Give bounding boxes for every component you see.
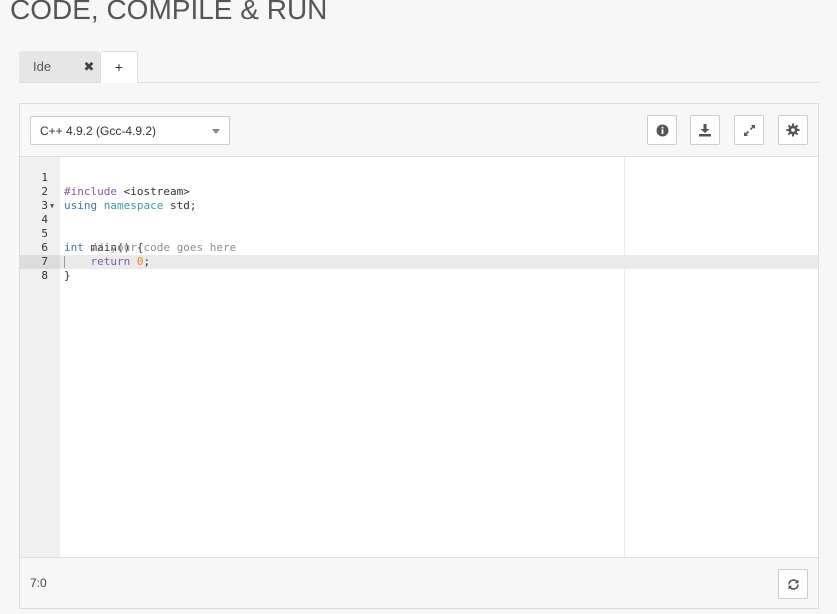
text-cursor — [64, 256, 65, 268]
code-editor[interactable]: 1 #include <iostream> 2 using namespace … — [20, 157, 818, 557]
refresh-icon — [787, 578, 799, 590]
add-tab-button[interactable]: + — [100, 51, 138, 83]
chevron-down-icon — [212, 129, 220, 134]
download-icon — [699, 124, 711, 137]
code-line: 8 — [20, 255, 818, 282]
expand-icon — [743, 124, 755, 136]
settings-button[interactable] — [778, 115, 808, 145]
info-icon — [656, 124, 668, 136]
code-line: 4 ▼ int main() { — [20, 199, 818, 254]
tab-ide-label: Ide — [33, 59, 52, 74]
status-bar: 7:0 — [20, 557, 818, 608]
code-line: 3 — [20, 185, 818, 212]
code-line: 7 } — [20, 241, 818, 282]
editor-toolbar: C++ 4.9.2 (Gcc-4.9.2) — [20, 104, 818, 157]
gear-icon — [786, 123, 800, 137]
tab-ide[interactable]: Ide ✖ — [19, 51, 100, 82]
download-button[interactable] — [690, 115, 720, 145]
code-lines: 1 #include <iostream> 2 using namespace … — [20, 157, 818, 282]
refresh-button[interactable] — [778, 569, 808, 599]
close-icon[interactable]: ✖ — [79, 51, 99, 82]
page-title: CODE, COMPILE & RUN — [10, 0, 328, 25]
line-number: 8 — [41, 269, 48, 282]
fold-arrow-icon[interactable]: ▼ — [50, 199, 54, 213]
code-line: 6 return 0; — [20, 227, 818, 268]
language-select[interactable]: C++ 4.9.2 (Gcc-4.9.2) — [30, 116, 230, 145]
code-line: 2 using namespace std; — [20, 171, 818, 212]
info-button[interactable] — [647, 115, 677, 145]
code-line: 5 // your code goes here — [20, 213, 818, 254]
ide-panel: C++ 4.9.2 (Gcc-4.9.2) 1 #include <iostre… — [19, 103, 819, 609]
code-line: 1 #include <iostream> — [20, 157, 818, 198]
tab-bar: Ide ✖ + — [19, 51, 819, 83]
fullscreen-button[interactable] — [734, 115, 764, 145]
language-select-value: C++ 4.9.2 (Gcc-4.9.2) — [40, 123, 157, 138]
cursor-position: 7:0 — [30, 576, 47, 590]
